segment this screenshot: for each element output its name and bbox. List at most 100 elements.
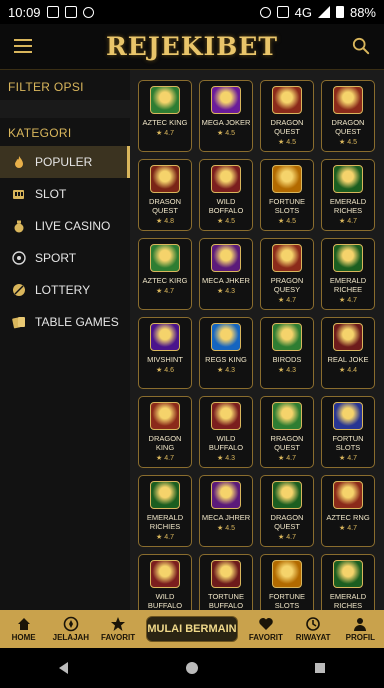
game-tile[interactable]: AZTEC KING ★ 4.7	[138, 80, 192, 152]
game-thumbnail	[333, 560, 363, 588]
category-item-lottery[interactable]: LOTTERY	[0, 274, 130, 306]
game-tile[interactable]: MECA JHKER ★ 4.3	[199, 238, 253, 310]
game-tile[interactable]: AZTEC RNG ★ 4.7	[321, 475, 375, 547]
category-item-table-games[interactable]: TABLE GAMES	[0, 306, 130, 338]
game-tile[interactable]: MEGA JOKER ★ 4.5	[199, 80, 253, 152]
game-tile[interactable]: RRAGON QUEST ★ 4.7	[260, 396, 314, 468]
network-type: 4G	[294, 4, 312, 20]
game-name: MECA JHKER	[202, 276, 250, 285]
nav-home[interactable]: HOME	[0, 616, 47, 642]
game-thumbnail	[272, 481, 302, 509]
app-icon	[82, 6, 94, 18]
game-name: RRAGON QUEST	[270, 434, 304, 452]
game-tile[interactable]: FORTUNE SLOTS★ 4.5	[260, 554, 314, 610]
app-header: REJEKIBET	[0, 24, 384, 70]
game-rating: ★ 4.4	[339, 367, 357, 374]
game-rating: ★ 4.3	[217, 367, 235, 374]
game-thumbnail	[272, 165, 302, 193]
filter-title: FILTER OPSI	[8, 80, 84, 94]
game-tile[interactable]: AZTEC KIRG ★ 4.7	[138, 238, 192, 310]
brand-logo[interactable]: REJEKIBET	[106, 32, 278, 61]
game-tile[interactable]: EMERALD RICHIES ★ 4.7	[138, 475, 192, 547]
menu-icon[interactable]	[14, 39, 32, 53]
game-tile[interactable]: DRAGON QUEST ★ 4.7	[260, 475, 314, 547]
game-tile[interactable]: EMERALD RICHEE ★ 4.7	[321, 238, 375, 310]
game-thumbnail	[272, 244, 302, 272]
game-rating: ★ 4.5	[217, 130, 235, 137]
game-name: MEGA JOKER	[201, 118, 251, 127]
play-button[interactable]: MULAI BERMAIN	[145, 616, 239, 642]
heart-icon	[259, 618, 273, 630]
recents-icon[interactable]	[312, 660, 328, 676]
game-thumbnail	[333, 323, 363, 351]
category-item-sport[interactable]: SPORT	[0, 242, 130, 274]
game-thumbnail	[150, 481, 180, 509]
game-tile[interactable]: DRAGON QUEST ★ 4.5	[321, 80, 375, 152]
game-tile[interactable]: DRAGON QUEST ★ 4.5	[260, 80, 314, 152]
category-item-live-casino[interactable]: LIVE CASINO	[0, 210, 130, 242]
game-name: MIVSHINT	[147, 355, 183, 364]
nav-jelajah[interactable]: JELAJAH	[47, 616, 94, 642]
game-rating: ★ 4.5	[217, 218, 235, 225]
game-name: DRAGON QUEST	[331, 118, 365, 136]
history-icon	[306, 617, 320, 631]
game-name: EMERALD RICHES	[329, 592, 367, 610]
game-tile[interactable]: WILD BOFFALO ★ 4.5	[199, 159, 253, 231]
game-tile[interactable]: BIRODS ★ 4.3	[260, 317, 314, 389]
game-tile[interactable]: MIVSHINT ★ 4.6	[138, 317, 192, 389]
nav-profil[interactable]: PROFIL	[337, 616, 384, 642]
game-rating: ★ 4.7	[278, 297, 296, 304]
notification-icon	[64, 6, 77, 18]
game-tile[interactable]: MECA JHRER ★ 4.5	[199, 475, 253, 547]
bottom-nav: HOME JELAJAH FAVORIT MULAI BERMAIN FAVOR…	[0, 610, 384, 648]
game-thumbnail	[211, 165, 241, 193]
category-item-populer[interactable]: POPULER	[0, 146, 130, 178]
game-name: BIRODS	[272, 355, 302, 364]
nav-favorit[interactable]: FAVORIT	[94, 616, 141, 642]
game-tile[interactable]: EMERALD RICHES★ 4.7	[321, 159, 375, 231]
game-name: EMERALD RICHES	[329, 197, 367, 215]
game-tile[interactable]: DRAGON KING ★ 4.7	[138, 396, 192, 468]
home-circle-icon[interactable]	[184, 660, 200, 676]
back-icon[interactable]	[56, 660, 72, 676]
game-thumbnail	[333, 402, 363, 430]
game-thumbnail	[150, 560, 180, 588]
status-time: 10:09	[8, 4, 41, 20]
game-name: DRAGON KING	[148, 434, 182, 452]
game-tile[interactable]: PRAGON QUESY ★ 4.7	[260, 238, 314, 310]
lottery-ball-icon	[13, 284, 25, 296]
game-rating: ★ 4.5	[339, 139, 357, 146]
game-tile[interactable]: REAL JOKE ★ 4.4	[321, 317, 375, 389]
game-name: DRAGON QUEST	[270, 513, 304, 531]
game-tile[interactable]: EMERALD RICHES★ 4.7	[321, 554, 375, 610]
game-name: DRAGON QUEST	[270, 118, 304, 136]
category-item-slot[interactable]: SLOT	[0, 178, 130, 210]
game-name: WILD BUFFALO	[147, 592, 183, 610]
game-name: DRASON QUEST	[148, 197, 182, 215]
nav-riwayat[interactable]: RIWAYAT	[289, 616, 336, 642]
game-thumbnail	[211, 244, 241, 272]
game-tile[interactable]: WILD BUFFALO ★ 4.3	[199, 396, 253, 468]
game-rating: ★ 4.7	[339, 525, 357, 532]
nav-favorit-heart[interactable]: FAVORIT	[242, 616, 289, 642]
category-title: KATEGORI	[8, 126, 72, 140]
game-rating: ★ 4.5	[217, 525, 235, 532]
game-name: PRAGON QUESY	[270, 276, 304, 294]
game-name: FORTUNE SLOTS	[268, 197, 306, 215]
game-rating: ★ 4.7	[278, 534, 296, 541]
game-rating: ★ 4.3	[278, 367, 296, 374]
game-thumbnail	[150, 402, 180, 430]
game-tile[interactable]: FORTUNE SLOTS ★ 4.5	[260, 159, 314, 231]
game-rating: ★ 4.7	[339, 297, 357, 304]
game-thumbnail	[150, 86, 180, 114]
game-tile[interactable]: DRASON QUEST ★ 4.8	[138, 159, 192, 231]
search-icon[interactable]	[352, 37, 370, 55]
game-thumbnail	[272, 323, 302, 351]
game-rating: ★ 4.5	[278, 218, 296, 225]
game-tile[interactable]: TORTUNE BUFFALO★ 4.3	[199, 554, 253, 610]
soccer-ball-icon	[12, 251, 26, 265]
game-tile[interactable]: FORTUN SLOTS ★ 4.7	[321, 396, 375, 468]
game-tile[interactable]: WILD BUFFALO★ 4.X	[138, 554, 192, 610]
game-tile[interactable]: REGS KING ★ 4.3	[199, 317, 253, 389]
game-grid: AZTEC KING ★ 4.7 MEGA JOKER ★ 4.5 DRAGON QUE…	[138, 80, 375, 610]
